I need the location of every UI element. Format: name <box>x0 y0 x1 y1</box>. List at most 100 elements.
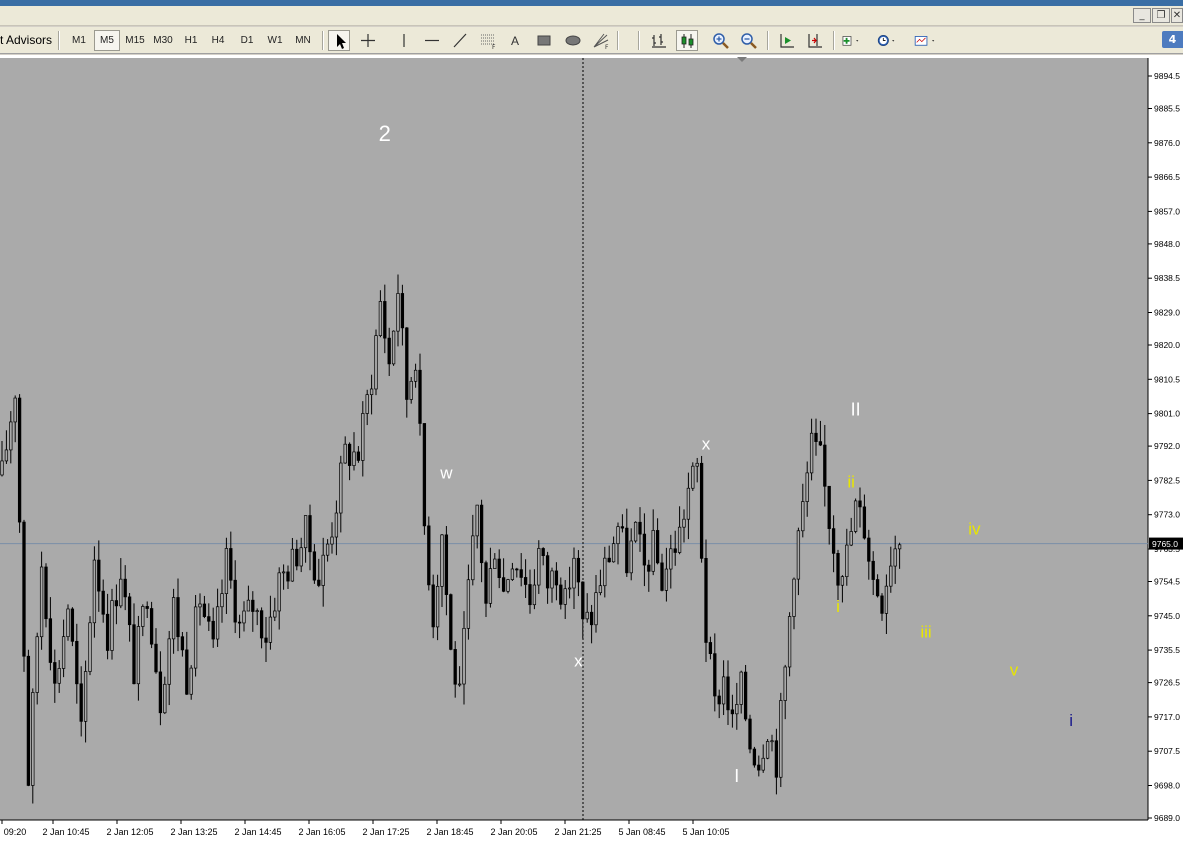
candle-body <box>836 553 840 586</box>
templates-icon[interactable] <box>913 30 943 51</box>
candle-body <box>523 577 528 585</box>
candle-body <box>550 570 554 589</box>
chart-window[interactable]: 9894.5 9885.5 9876.0 9866.5 9857.0 9848.0 9838… <box>0 55 1183 843</box>
ellipse-icon[interactable] <box>562 30 584 51</box>
candle-body <box>246 599 251 612</box>
y-tick-label: 9792.0 <box>1154 441 1180 451</box>
candle-body <box>642 533 647 566</box>
candle-body <box>774 740 779 778</box>
candle-body <box>497 558 501 578</box>
candle-body <box>427 525 431 586</box>
candle-body <box>594 592 598 626</box>
candle-body <box>721 676 726 705</box>
expert-advisors-button[interactable]: t Advisors <box>0 33 52 47</box>
rectangle-icon[interactable] <box>533 30 555 51</box>
candle-body <box>449 594 453 650</box>
candle-body <box>669 548 673 570</box>
crosshair-icon[interactable] <box>357 30 379 51</box>
horizontal-line-icon[interactable] <box>421 30 443 51</box>
candle-body <box>691 465 695 489</box>
candle-body <box>207 616 211 622</box>
candle-body <box>559 584 563 605</box>
candle-body <box>818 441 823 446</box>
candle-body <box>163 683 167 714</box>
candle-body <box>889 565 893 587</box>
candle-body <box>343 443 347 464</box>
text-icon[interactable]: A <box>505 30 527 51</box>
timeframe-m15-button[interactable]: M15 <box>122 30 148 51</box>
candle-body <box>466 579 471 629</box>
timeframe-w1-button[interactable]: W1 <box>264 30 286 51</box>
candle-body <box>603 557 607 587</box>
timeframe-h4-button[interactable]: H4 <box>207 30 229 51</box>
timeframe-h1-button[interactable]: H1 <box>180 30 202 51</box>
price-chart[interactable]: 9894.5 9885.5 9876.0 9866.5 9857.0 9848.0 9838… <box>0 55 1183 843</box>
wave-label: iii <box>920 622 931 641</box>
candle-body <box>299 547 303 567</box>
y-tick-label: 9829.0 <box>1154 308 1180 318</box>
candle-body <box>809 432 814 474</box>
candle-body <box>545 555 550 589</box>
candle-body <box>510 568 515 580</box>
minimize-button[interactable]: _ <box>1133 8 1151 23</box>
zoom-in-icon[interactable] <box>710 30 732 51</box>
timeframe-mn-button[interactable]: MN <box>291 30 315 51</box>
fibo-fan-icon[interactable]: F <box>590 30 612 51</box>
periods-icon[interactable] <box>876 30 906 51</box>
close-button[interactable]: ✕ <box>1171 8 1183 23</box>
timeframe-m1-button[interactable]: M1 <box>68 30 90 51</box>
candle-body <box>312 551 317 581</box>
candle-body <box>713 653 717 697</box>
candle-body <box>189 667 193 695</box>
candle-body <box>325 543 330 556</box>
timeframe-m5-button[interactable]: M5 <box>94 30 120 51</box>
candle-body <box>831 528 836 554</box>
candle-body <box>717 695 721 705</box>
candle-body <box>61 636 66 669</box>
zoom-out-icon[interactable] <box>738 30 760 51</box>
autoscroll-icon[interactable] <box>804 30 826 51</box>
y-tick-label: 9745.0 <box>1154 611 1180 621</box>
indicators-icon[interactable] <box>840 30 870 51</box>
y-tick-label: 9754.5 <box>1154 576 1180 586</box>
candle-body <box>493 558 497 569</box>
x-tick-label: 5 Jan 10:05 <box>682 827 729 837</box>
candle-body <box>638 521 642 535</box>
menu-bar <box>0 6 1183 26</box>
candle-body <box>554 570 559 586</box>
bar-chart-icon[interactable] <box>648 30 670 51</box>
candle-body <box>827 485 831 529</box>
timeframe-d1-button[interactable]: D1 <box>236 30 258 51</box>
candle-body <box>506 579 510 592</box>
chart-shift-icon[interactable] <box>776 30 798 51</box>
vertical-line-icon[interactable] <box>393 30 415 51</box>
candle-body <box>655 530 660 564</box>
candle-body <box>884 585 889 614</box>
restore-button[interactable]: ❐ <box>1152 8 1170 23</box>
y-tick-label: 9876.0 <box>1154 138 1180 148</box>
x-tick-label: 2 Jan 20:05 <box>490 827 537 837</box>
chart-tab-badge[interactable]: 4 <box>1162 31 1183 48</box>
y-tick-label: 9894.5 <box>1154 71 1180 81</box>
fibonacci-icon[interactable]: F <box>477 30 499 51</box>
toolbar-separator <box>58 31 60 50</box>
trendline-icon[interactable] <box>449 30 471 51</box>
candle-body <box>748 718 752 750</box>
y-tick-label: 9810.5 <box>1154 374 1180 384</box>
y-tick-label: 9866.5 <box>1154 172 1180 182</box>
x-tick-label: 2 Jan 14:45 <box>234 827 281 837</box>
candle-body <box>862 506 867 539</box>
timeframe-m30-button[interactable]: M30 <box>150 30 176 51</box>
candle-body <box>361 413 365 461</box>
candle-body <box>378 301 383 336</box>
candle-body <box>457 683 462 686</box>
candle-body <box>796 530 801 580</box>
candlestick-icon[interactable] <box>676 30 698 51</box>
candle-body <box>488 568 493 604</box>
x-tick-label: 2 Jan 21:25 <box>554 827 601 837</box>
candle-body <box>92 559 97 624</box>
candle-body <box>867 537 871 562</box>
candle-body <box>422 423 427 527</box>
toolbar-separator <box>617 31 619 50</box>
cursor-icon[interactable] <box>328 30 350 51</box>
